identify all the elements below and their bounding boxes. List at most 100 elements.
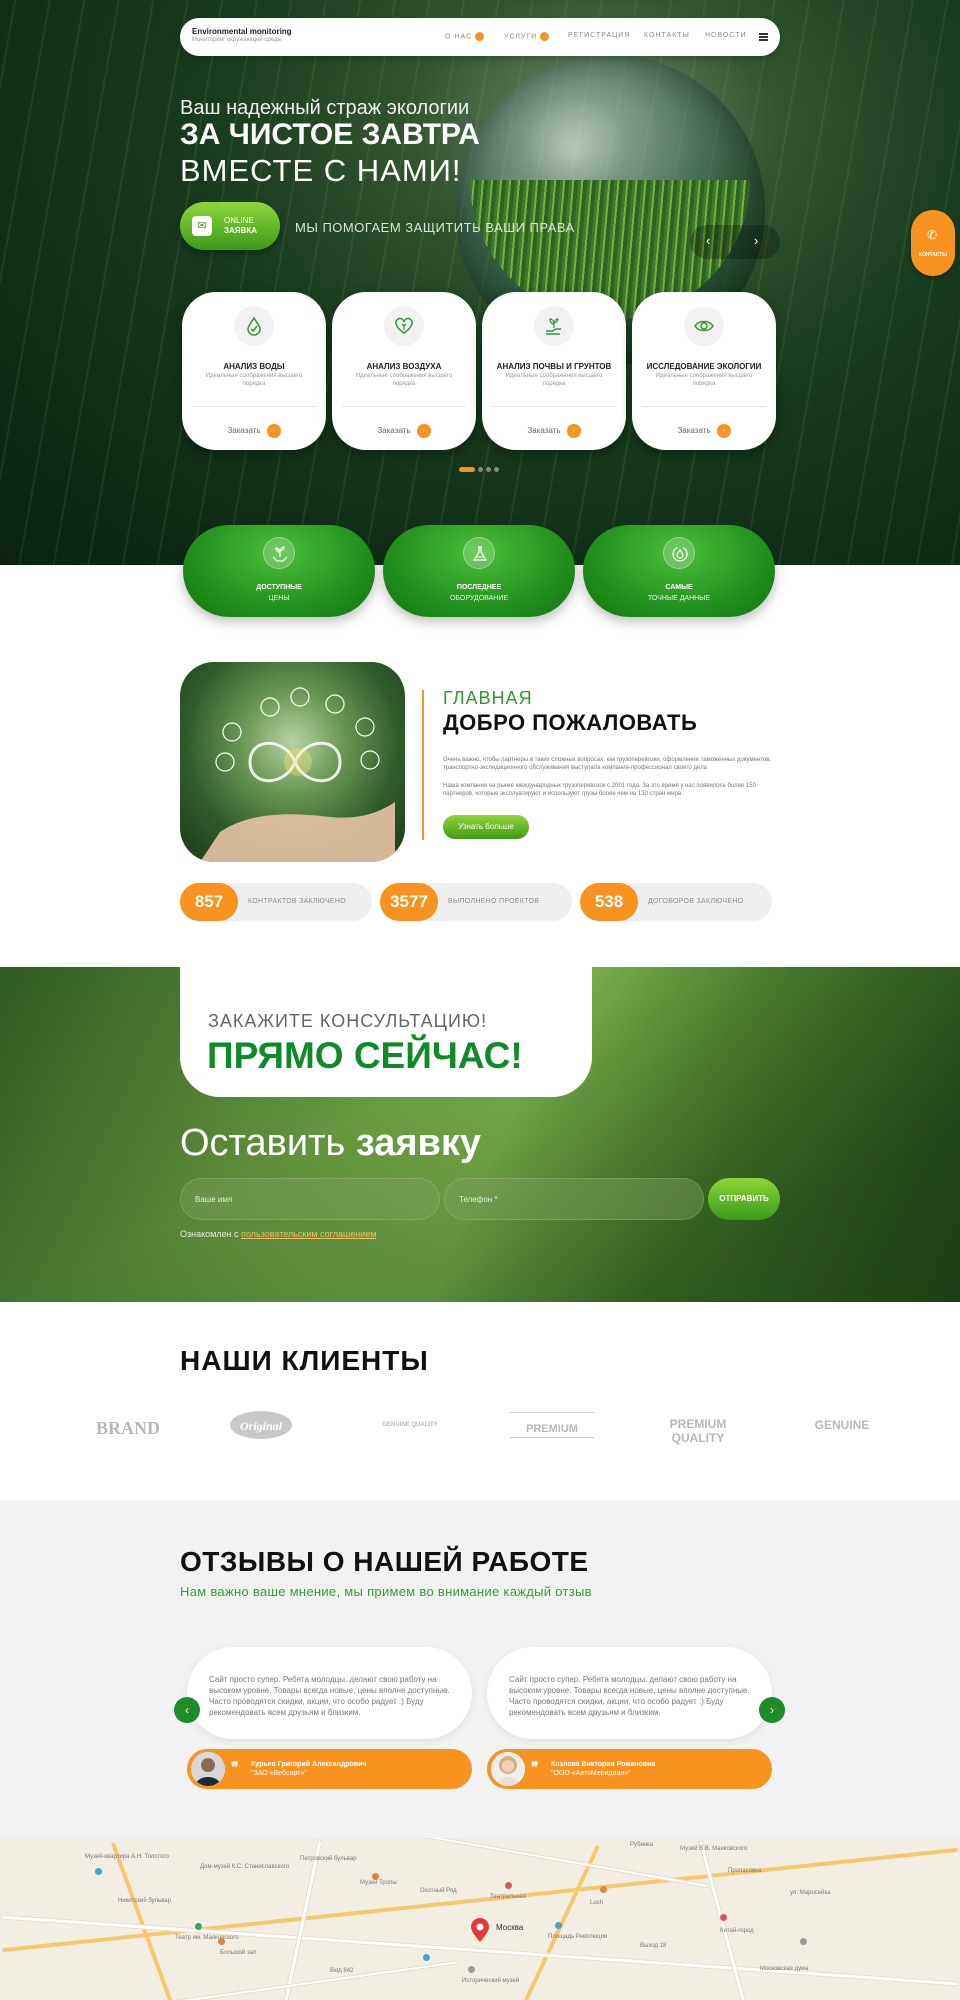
slider-prev-arrow-icon[interactable]: ‹ <box>706 233 710 248</box>
service-title: ИССЛЕДОВАНИЕ ЭКОЛОГИИ <box>646 362 762 371</box>
client-logo[interactable]: PREMIUM QUALITY <box>642 1408 754 1445</box>
review-author: ❞ Козлова Виктория Романовна "ООО «АвтоМ… <box>487 1749 772 1789</box>
nav-item-services[interactable]: УСЛУГИ <box>504 32 550 41</box>
slider-next-arrow-icon[interactable]: › <box>754 233 758 248</box>
map-poi-icon[interactable] <box>600 1886 607 1893</box>
reviews-prev-arrow-icon[interactable]: ‹ <box>174 1697 200 1723</box>
site-logo[interactable]: Environmental monitoring Мониторинг окру… <box>192 27 292 43</box>
clients-title: НАШИ КЛИЕНТЫ <box>180 1345 429 1376</box>
avatar <box>491 1752 525 1786</box>
consultation-banner: ЗАКАЖИТЕ КОНСУЛЬТАЦИЮ! ПРЯМО СЕЙЧАС! <box>180 967 592 1097</box>
service-card-air[interactable]: АНАЛИЗ ВОЗДУХА Идеальные соображения выс… <box>332 292 476 450</box>
map-poi-icon[interactable] <box>195 1923 202 1930</box>
welcome-kicker: ГЛАВНАЯ <box>443 688 533 708</box>
eco-hand-image <box>180 662 405 862</box>
order-label: Заказать <box>527 426 561 436</box>
nav-item-about[interactable]: О НАС <box>445 32 485 41</box>
map-poi-icon[interactable] <box>423 1954 430 1961</box>
pager-dot[interactable] <box>486 467 491 472</box>
welcome-title: ДОБРО ПОЖАЛОВАТЬ <box>443 710 698 735</box>
pager-dot[interactable] <box>478 467 483 472</box>
arrow-right-icon: › <box>566 424 581 438</box>
hero-help-text: МЫ ПОМОГАЕМ ЗАЩИТИТЬ ВАШИ ПРАВА <box>295 220 575 235</box>
heart-leaf-icon <box>384 306 424 346</box>
service-title: АНАЛИЗ ВОДЫ <box>223 362 285 371</box>
map-label: Охотный Ряд <box>420 1888 457 1894</box>
map-label: Музей Тропы <box>360 1880 397 1886</box>
online-label: ONLINE <box>224 216 254 225</box>
arrow-right-icon: › <box>266 424 281 438</box>
feature-title: САМЫЕ <box>665 584 693 591</box>
order-link[interactable]: Заказать › <box>182 424 326 438</box>
avatar <box>191 1752 225 1786</box>
service-card-ecology[interactable]: ИССЛЕДОВАНИЕ ЭКОЛОГИИ Идеальные соображе… <box>632 292 776 450</box>
user-agreement-link[interactable]: пользовательским соглашением <box>241 1229 376 1239</box>
contacts-side-button[interactable]: ✆ КОНТАКТЫ <box>911 210 955 276</box>
order-label: Заказать <box>227 426 261 436</box>
nav-item-registration[interactable]: РЕГИСТРАЦИЯ <box>568 32 630 39</box>
consult-kicker: ЗАКАЖИТЕ КОНСУЛЬТАЦИЮ! <box>208 1011 488 1031</box>
map-label: Пропасовка <box>728 1868 762 1874</box>
pager-dot-active[interactable] <box>459 467 475 472</box>
map-road <box>61 1960 459 2000</box>
reviews-next-arrow-icon[interactable]: › <box>759 1697 785 1723</box>
map-poi-icon[interactable] <box>95 1868 102 1875</box>
map-poi-icon[interactable] <box>505 1882 512 1889</box>
dropdown-dot-icon <box>475 32 485 41</box>
hero-title-2: ВМЕСТЕ С НАМИ! <box>180 153 462 188</box>
welcome-paragraph-2: Наша компания на рынке международных гру… <box>443 783 756 797</box>
map-label: Музей-квартира А.Н. Толстого <box>85 1854 169 1860</box>
map-label: Китай-город <box>720 1928 754 1934</box>
phone-input[interactable] <box>444 1178 704 1220</box>
location-map[interactable]: Музей-квартира А.Н. Толстого Дом-музей К… <box>0 1838 960 2000</box>
order-link[interactable]: Заказать › <box>632 424 776 438</box>
nav-item-news[interactable]: НОВОСТИ <box>705 32 747 39</box>
menu-burger-icon[interactable] <box>759 33 768 41</box>
online-request-button[interactable]: ✉ ONLINE ЗАЯВКА <box>180 202 280 250</box>
hero-slider-arrows: ‹ › <box>690 225 780 259</box>
feature-subtitle: ЦЕНЫ <box>268 595 290 602</box>
map-road <box>111 1842 173 2000</box>
map-poi-icon[interactable] <box>218 1938 225 1945</box>
arrow-right-icon: › <box>716 424 731 438</box>
service-card-water[interactable]: АНАЛИЗ ВОДЫ Идеальные соображения высшег… <box>182 292 326 450</box>
pager-dot[interactable] <box>494 467 499 472</box>
map-poi-icon[interactable] <box>720 1914 727 1921</box>
eye-leaf-icon <box>684 306 724 346</box>
submit-button[interactable]: ОТПРАВИТЬ <box>708 1178 780 1220</box>
client-logo[interactable]: Original <box>230 1411 292 1439</box>
hand-plant-icon <box>534 306 574 346</box>
map-poi-icon[interactable] <box>800 1938 807 1945</box>
client-logo[interactable]: PREMIUM <box>510 1412 594 1438</box>
stat-label: ВЫПОЛНЕНО ПРОЕКТОВ <box>448 898 540 905</box>
order-link[interactable]: Заказать › <box>482 424 626 438</box>
map-poi-icon[interactable] <box>555 1922 562 1929</box>
feature-prices: ДОСТУПНЫЕ ЦЕНЫ <box>183 525 375 617</box>
brand-tagline: Мониторинг окружающей среды <box>192 37 282 43</box>
map-label: Никитский бульвар <box>118 1898 171 1904</box>
name-input[interactable] <box>180 1178 440 1220</box>
flask-icon <box>463 537 495 569</box>
contacts-side-label: КОНТАКТЫ <box>918 252 948 258</box>
map-label: Исторический музей <box>462 1978 520 1984</box>
map-label: Театр им. Маяковского <box>175 1935 239 1941</box>
dropdown-dot-icon <box>540 32 550 41</box>
nav-item-contacts[interactable]: КОНТАКТЫ <box>644 32 690 39</box>
map-road <box>524 1845 600 2000</box>
map-poi-icon[interactable] <box>372 1873 379 1880</box>
quote-icon: ❞ <box>231 1759 239 1775</box>
top-navbar: Environmental monitoring Мониторинг окру… <box>180 18 780 56</box>
stat-projects: 3577 ВЫПОЛНЕНО ПРОЕКТОВ <box>380 883 572 921</box>
client-logo[interactable]: GENUINE QUALITY <box>370 1408 450 1442</box>
learn-more-button[interactable]: Узнать больше <box>443 815 529 839</box>
client-logo[interactable]: GENUINE <box>804 1408 880 1442</box>
map-poi-icon[interactable] <box>468 1966 475 1973</box>
client-logo[interactable]: BRAND <box>78 1408 178 1442</box>
map-pin-icon[interactable] <box>470 1918 490 1942</box>
map-label: ул. Маросейка <box>790 1890 831 1896</box>
divider <box>492 406 616 407</box>
order-link[interactable]: Заказать › <box>332 424 476 438</box>
service-card-soil[interactable]: АНАЛИЗ ПОЧВЫ И ГРУНТОВ Идеальные соображ… <box>482 292 626 450</box>
brand-name: Environmental monitoring <box>192 27 292 36</box>
review-bubble: Сайт просто супер. Ребята молодцы, делаю… <box>487 1647 772 1739</box>
